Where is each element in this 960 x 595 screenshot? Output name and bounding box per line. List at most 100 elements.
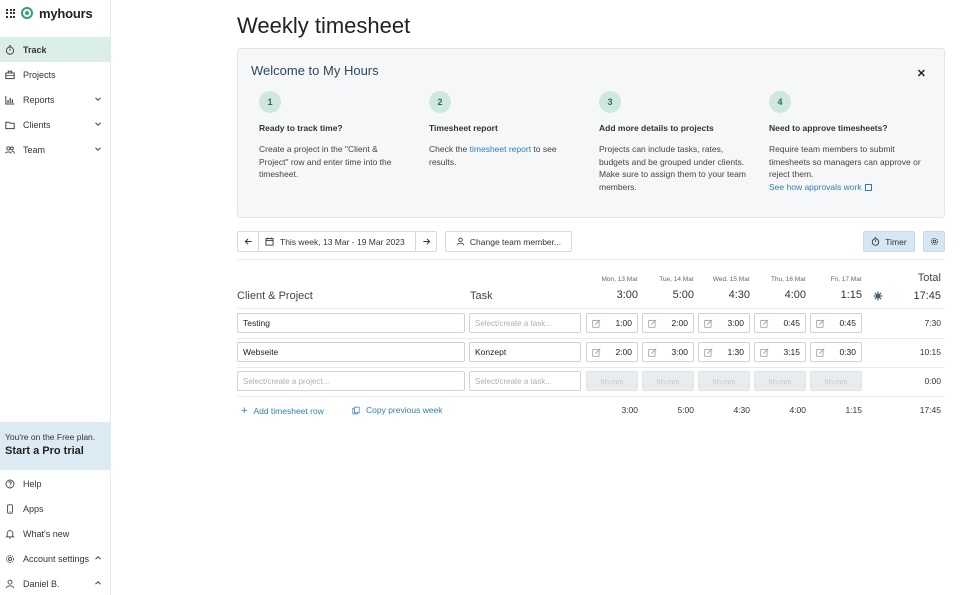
divider	[237, 367, 945, 368]
prev-week-button[interactable]	[237, 231, 259, 252]
sidebar-item-label: Help	[23, 478, 42, 489]
change-team-member-button[interactable]: Change team member...	[445, 231, 572, 252]
edit-note-icon[interactable]	[592, 348, 601, 357]
time-cell[interactable]: 3:15	[754, 342, 806, 362]
timesheet-report-link[interactable]: timesheet report	[470, 144, 531, 154]
bar-chart-icon	[5, 95, 15, 105]
footer-day-total: 4:00	[789, 405, 806, 415]
project-select[interactable]: Webseite	[237, 342, 465, 362]
timer-label: Timer	[885, 236, 907, 247]
time-cell[interactable]: 0:30	[810, 342, 862, 362]
day-total: 4:30	[728, 289, 750, 301]
brand-bar: myhours	[0, 0, 110, 26]
day-column-header: Wed, 15 Mar 4:30	[698, 276, 750, 301]
sidebar-item-label: Projects	[23, 69, 56, 80]
time-cell[interactable]: 1:30	[698, 342, 750, 362]
column-header-total: Total	[917, 272, 941, 284]
time-cell[interactable]: 1:00	[586, 313, 638, 333]
step-number: 3	[599, 91, 621, 113]
time-cell[interactable]: 3:00	[642, 342, 694, 362]
edit-note-icon[interactable]	[704, 319, 713, 328]
next-week-button[interactable]	[415, 231, 437, 252]
welcome-step: 1 Ready to track time? Create a project …	[259, 91, 419, 181]
start-pro-trial-link[interactable]: Start a Pro trial	[5, 445, 106, 457]
time-cell[interactable]: 3:00	[698, 313, 750, 333]
edit-note-icon[interactable]	[760, 319, 769, 328]
time-cell[interactable]: 2:00	[586, 342, 638, 362]
time-value: 2:00	[615, 347, 632, 357]
row-total: 10:15	[919, 347, 941, 357]
approvals-link[interactable]: See how approvals work	[769, 182, 862, 192]
edit-note-icon[interactable]	[648, 348, 657, 357]
sidebar-item-projects[interactable]: Projects	[0, 62, 111, 87]
day-column-header: Fri, 17 Mar 1:15	[810, 276, 862, 301]
divider	[237, 396, 945, 397]
day-total: 1:15	[840, 289, 862, 301]
step-number: 4	[769, 91, 791, 113]
task-select[interactable]: Select/create a task...	[469, 313, 581, 333]
step-title: Need to approve timesheets?	[769, 123, 888, 133]
calendar-icon	[265, 237, 274, 246]
edit-note-icon[interactable]	[704, 348, 713, 357]
copy-previous-week-button[interactable]: Copy previous week	[352, 405, 443, 415]
row-total: 7:30	[924, 318, 941, 328]
footer-day-total: 1:15	[845, 405, 862, 415]
stopwatch-icon	[5, 44, 15, 55]
project-select[interactable]: Testing	[237, 313, 465, 333]
time-value: 3:00	[671, 347, 688, 357]
timer-button[interactable]: Timer	[863, 231, 915, 252]
sidebar-item-reports[interactable]: Reports	[0, 87, 111, 112]
edit-note-icon[interactable]	[816, 348, 825, 357]
time-cell[interactable]: 0:45	[754, 313, 806, 333]
step-title: Add more details to projects	[599, 123, 714, 133]
gear-icon	[930, 237, 938, 246]
sidebar-item-label: Apps	[23, 503, 44, 514]
edit-note-icon[interactable]	[592, 319, 601, 328]
divider	[237, 259, 945, 260]
week-picker-button[interactable]: This week, 13 Mar - 19 Mar 2023	[258, 231, 416, 252]
sidebar-item-help[interactable]: Help	[0, 471, 111, 496]
day-label: Wed, 15 Mar	[712, 276, 750, 283]
sidebar-nav: Track Projects Reports Clients Team	[0, 37, 111, 162]
user-icon	[456, 237, 465, 246]
time-cell-disabled: hh:mm	[642, 371, 694, 391]
sidebar-item-team[interactable]: Team	[0, 137, 111, 162]
task-select[interactable]: Select/create a task...	[469, 371, 581, 391]
sidebar-item-label: What's new	[23, 528, 70, 539]
time-cell[interactable]: 2:00	[642, 313, 694, 333]
time-cell[interactable]: 0:45	[810, 313, 862, 333]
plan-status-text: You're on the Free plan.	[5, 432, 96, 442]
briefcase-icon	[5, 70, 15, 80]
copy-icon	[352, 406, 360, 414]
time-cell-disabled: hh:mm	[586, 371, 638, 391]
time-cell-disabled: hh:mm	[754, 371, 806, 391]
sidebar-item-track[interactable]: Track	[0, 37, 111, 62]
sidebar-item-whats-new[interactable]: What's new	[0, 521, 111, 546]
chevron-up-icon	[94, 554, 102, 562]
sidebar-item-clients[interactable]: Clients	[0, 112, 111, 137]
sidebar-item-apps[interactable]: Apps	[0, 496, 111, 521]
step-body: Check the timesheet report to see result…	[429, 143, 579, 168]
close-icon[interactable]: ✕	[917, 67, 926, 80]
step-title: Timesheet report	[429, 123, 498, 133]
add-timesheet-row-button[interactable]: + Add timesheet row	[241, 405, 324, 417]
pro-trial-promo[interactable]: You're on the Free plan. Start a Pro tri…	[0, 422, 111, 470]
chevron-down-icon	[94, 95, 102, 103]
app-grid-icon[interactable]	[6, 8, 15, 18]
settings-button[interactable]	[923, 231, 945, 252]
sidebar-item-account-settings[interactable]: Account settings	[0, 546, 111, 571]
edit-note-icon[interactable]	[648, 319, 657, 328]
column-header-client-project: Client & Project	[237, 290, 313, 302]
task-select[interactable]: Konzept	[469, 342, 581, 362]
footer-day-total: 5:00	[677, 405, 694, 415]
sidebar-item-user[interactable]: Daniel B.	[0, 571, 111, 595]
folder-icon	[5, 120, 15, 130]
day-total: 5:00	[672, 289, 694, 301]
project-select[interactable]: Select/create a project...	[237, 371, 465, 391]
step-body-text: Require team members to submit timesheet…	[769, 144, 921, 179]
weekend-toggle-icon[interactable]	[873, 291, 883, 301]
time-value: 0:45	[839, 318, 856, 328]
edit-note-icon[interactable]	[760, 348, 769, 357]
edit-note-icon[interactable]	[816, 319, 825, 328]
time-value: 1:30	[727, 347, 744, 357]
